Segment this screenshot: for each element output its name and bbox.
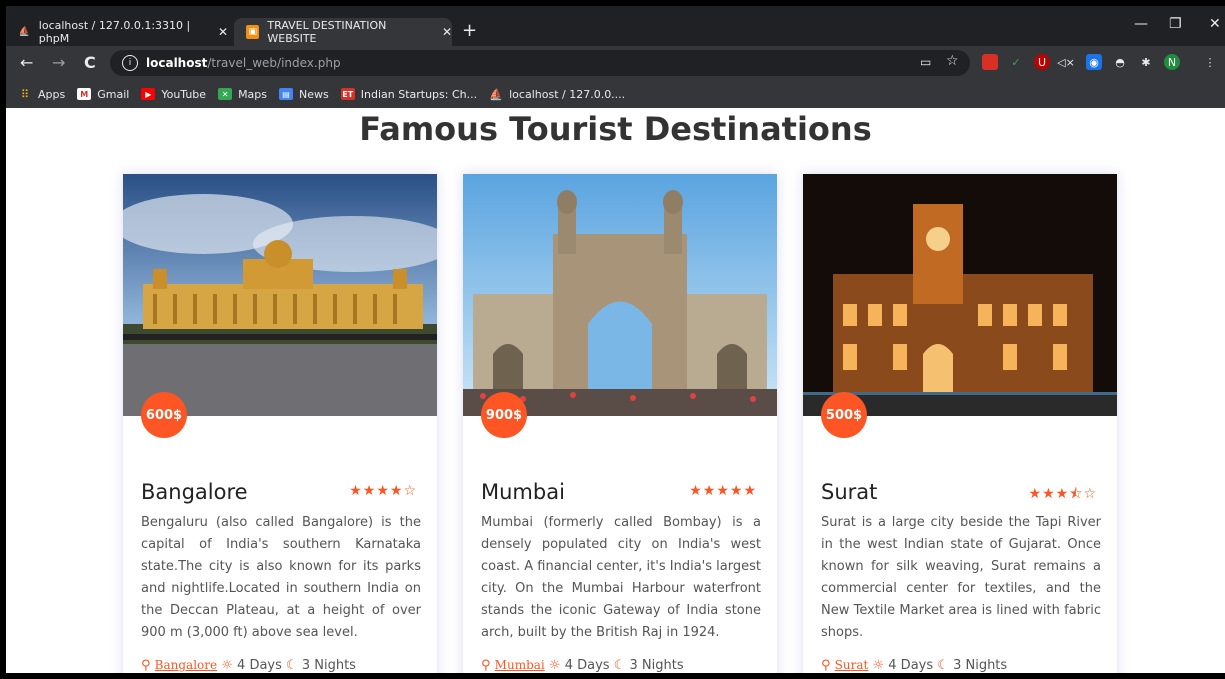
moon-icon: ☾	[613, 658, 626, 673]
location-pin-icon: ⚲	[821, 658, 831, 673]
profile-avatar[interactable]: N	[1164, 54, 1180, 70]
tab-label: TRAVEL DESTINATION WEBSITE	[267, 19, 387, 45]
days-label: 4 Days	[237, 658, 282, 673]
phpmyadmin-icon: ⛵	[18, 27, 30, 37]
bookmark-label: Apps	[38, 87, 66, 101]
bookmark-label: Maps	[238, 87, 268, 101]
bookmark-news[interactable]: ▤ News	[279, 88, 329, 101]
card-description: Mumbai (formerly called Bombay) is a den…	[481, 515, 761, 640]
bookmark-indian-startups[interactable]: ET Indian Startups: Ch...	[340, 87, 478, 101]
card-description: Surat is a large city beside the Tapi Ri…	[821, 515, 1101, 640]
extension-screenshot-icon[interactable]: ◉	[1086, 54, 1102, 70]
moon-icon: ☾	[286, 658, 298, 673]
price-badge: 600$	[141, 392, 187, 438]
close-tab-icon[interactable]: ✕	[218, 25, 228, 39]
info-icon[interactable]: i	[122, 55, 138, 71]
url-path: /travel_web/index.php	[207, 56, 341, 70]
extension-incognito-icon[interactable]: ◓	[1112, 54, 1128, 70]
days-label: 4 Days	[564, 658, 610, 673]
card-meta: ⚲ Mumbai ☼ 4 Days ☾ 3 Nights	[481, 658, 684, 673]
card-meta: ⚲ Bangalore ☼ 4 Days ☾ 3 Nights	[141, 658, 356, 673]
close-window-icon[interactable]: ✕	[1209, 16, 1221, 32]
nights-label: 3 Nights	[629, 658, 684, 673]
url-host: localhost	[146, 56, 208, 70]
card-description: Bengaluru (also called Bangalore) is the…	[141, 515, 421, 640]
bookmark-localhost[interactable]: ⛵ localhost / 127.0.0....	[489, 88, 625, 101]
destination-card-mumbai[interactable]: 900$ Mumbai ★★★★★ Mumbai (formerly calle…	[463, 174, 777, 673]
news-icon: ▤	[279, 88, 294, 100]
moon-icon: ☾	[937, 658, 949, 673]
days-label: 4 Days	[888, 658, 934, 673]
bookmark-label: localhost / 127.0.0....	[509, 87, 626, 101]
location-link[interactable]: Surat	[835, 658, 869, 672]
location-pin-icon: ⚲	[481, 658, 491, 673]
browser-window: ⛵ localhost / 127.0.0.1:3310 | phpM ✕ ▣ …	[6, 6, 1225, 673]
sun-icon: ☼	[221, 658, 233, 673]
minimize-icon[interactable]: —	[1134, 16, 1148, 32]
destination-card-surat[interactable]: 500$ Surat ★★★⯪☆ Surat is a large city b…	[803, 174, 1117, 673]
tab-strip: ⛵ localhost / 127.0.0.1:3310 | phpM ✕ ▣ …	[6, 6, 1225, 46]
tab-travel-website[interactable]: ▣ TRAVEL DESTINATION WEBSITE ✕	[234, 18, 452, 46]
toolbar: ← → C i localhost /travel_web/index.php …	[6, 46, 1225, 80]
mute-icon[interactable]: ◁×	[1057, 54, 1075, 70]
bookmark-apps[interactable]: ⠿ Apps	[18, 88, 65, 101]
rating-stars: ★★★⯪☆	[1028, 486, 1097, 502]
bookmark-star-icon[interactable]: ☆	[946, 53, 959, 69]
rating-stars: ★★★★☆	[349, 483, 417, 499]
card-meta: ⚲ Surat ☼ 4 Days ☾ 3 Nights	[821, 658, 1007, 673]
nights-label: 3 Nights	[953, 658, 1008, 673]
website-icon: ▣	[246, 25, 260, 39]
maps-icon: ✕	[218, 88, 233, 100]
price-badge: 500$	[821, 392, 867, 438]
tab-phpmyadmin[interactable]: ⛵ localhost / 127.0.0.1:3310 | phpM ✕	[18, 18, 228, 46]
bookmark-youtube[interactable]: ▶ YouTube	[141, 88, 206, 101]
card-title: Bangalore	[141, 480, 248, 504]
page-title: Famous Tourist Destinations	[359, 110, 872, 148]
menu-icon[interactable]: ⋮	[1202, 54, 1218, 70]
address-bar[interactable]: i localhost /travel_web/index.php	[110, 50, 970, 76]
extension-check-icon[interactable]: ✓	[1008, 54, 1024, 70]
destination-image	[463, 174, 777, 416]
extension-bookmark-icon[interactable]	[982, 54, 998, 70]
reload-icon[interactable]: C	[84, 53, 96, 72]
page-viewport: Famous Tourist Destinations 600$ Bangalo…	[6, 108, 1225, 673]
youtube-icon: ▶	[141, 88, 156, 100]
phpmyadmin-icon: ⛵	[489, 87, 503, 101]
card-title: Surat	[821, 480, 878, 504]
forward-icon[interactable]: →	[52, 53, 65, 72]
sun-icon: ☼	[548, 658, 561, 673]
bookmark-gmail[interactable]: M Gmail	[77, 88, 129, 101]
bookmark-label: Indian Startups: Ch...	[360, 87, 478, 101]
restore-icon[interactable]: ❐	[1169, 16, 1182, 32]
bookmark-label: YouTube	[161, 87, 207, 101]
destination-image	[803, 174, 1117, 416]
back-icon[interactable]: ←	[20, 53, 33, 72]
extension-ublock-icon[interactable]: U	[1034, 54, 1050, 70]
new-tab-button[interactable]: +	[462, 20, 477, 41]
location-link[interactable]: Mumbai	[495, 658, 545, 672]
nights-label: 3 Nights	[301, 658, 356, 673]
sun-icon: ☼	[872, 658, 885, 673]
extensions-puzzle-icon[interactable]: ✱	[1138, 54, 1154, 70]
tab-label: localhost / 127.0.0.1:3310 | phpM	[38, 19, 191, 45]
bookmark-label: News	[299, 87, 329, 101]
price-badge: 900$	[481, 392, 527, 438]
bookmark-maps[interactable]: ✕ Maps	[218, 88, 267, 101]
cast-icon[interactable]: ▭	[920, 55, 931, 69]
location-pin-icon: ⚲	[141, 658, 151, 673]
apps-icon: ⠿	[20, 87, 30, 101]
bookmark-label: Gmail	[97, 87, 130, 101]
card-title: Mumbai	[481, 480, 565, 504]
bookmarks-bar: ⠿ Apps M Gmail ▶ YouTube ✕ Maps ▤ News E…	[6, 80, 1225, 108]
et-icon: ET	[340, 88, 355, 100]
destination-card-bangalore[interactable]: 600$ Bangalore ★★★★☆ Bengaluru (also cal…	[123, 174, 437, 673]
gmail-icon: M	[77, 88, 92, 100]
rating-stars: ★★★★★	[689, 483, 757, 499]
destination-image	[123, 174, 437, 416]
close-tab-icon[interactable]: ✕	[442, 25, 452, 39]
location-link[interactable]: Bangalore	[155, 658, 217, 672]
